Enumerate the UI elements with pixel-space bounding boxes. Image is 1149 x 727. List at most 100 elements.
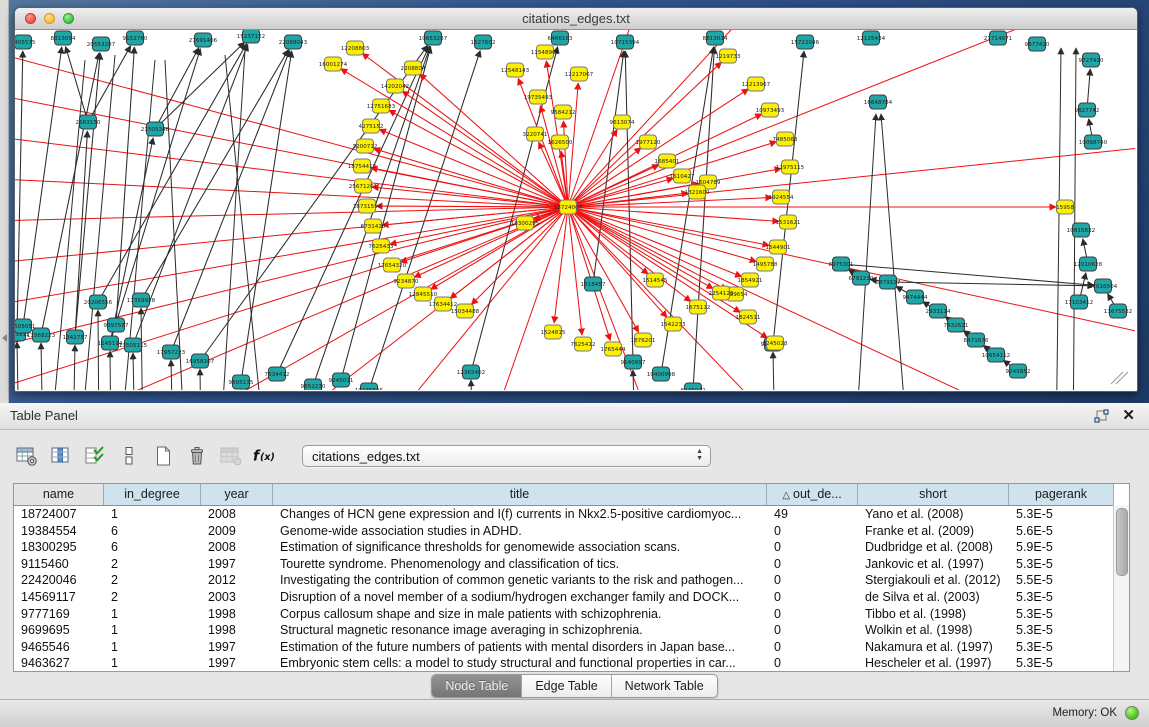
table-cell[interactable]: 0 (767, 539, 858, 556)
scrollbar-thumb[interactable] (1116, 508, 1128, 576)
table-cell[interactable]: 1 (104, 639, 201, 656)
table-row[interactable]: 977716911998Corpus callosum shape and si… (14, 606, 1129, 623)
column-header-title[interactable]: title (273, 484, 767, 505)
table-cell[interactable]: 18724007 (14, 506, 104, 523)
table-cell[interactable]: 1997 (201, 556, 273, 573)
table-row[interactable]: 1456911722003Disruption of a novel membe… (14, 589, 1129, 606)
table-cell[interactable]: Embryonic stem cells: a model to study s… (273, 655, 767, 671)
table-cell[interactable]: 2 (104, 556, 201, 573)
table-cell[interactable]: 5.3E-5 (1009, 606, 1114, 623)
table-cell[interactable]: 0 (767, 655, 858, 671)
table-cell[interactable]: 6 (104, 539, 201, 556)
table-cell[interactable]: Tourette syndrome. Phenomenology and cla… (273, 556, 767, 573)
table-cell[interactable]: Investigating the contribution of common… (273, 572, 767, 589)
table-cell[interactable]: Disruption of a novel member of a sodium… (273, 589, 767, 606)
network-canvas[interactable]: 9405575831305420553287915276027691406152… (15, 30, 1135, 390)
table-cell[interactable]: 19384554 (14, 523, 104, 540)
table-row[interactable]: 969969511998Structural magnetic resonanc… (14, 622, 1129, 639)
table-cell[interactable]: Nakamura et al. (1997) (858, 639, 1009, 656)
table-cell[interactable]: 9115460 (14, 556, 104, 573)
table-select-dropdown[interactable]: citations_edges.txt▲▼ (302, 445, 711, 467)
table-cell[interactable]: 2008 (201, 506, 273, 523)
column-header-year[interactable]: year (201, 484, 273, 505)
float-panel-icon[interactable] (1094, 409, 1109, 423)
table-cell[interactable]: 49 (767, 506, 858, 523)
column-header-out_de[interactable]: △out_de... (767, 484, 858, 505)
table-cell[interactable]: 2003 (201, 589, 273, 606)
table-cell[interactable]: 9463627 (14, 655, 104, 671)
table-cell[interactable]: 2012 (201, 572, 273, 589)
table-cell[interactable]: 9777169 (14, 606, 104, 623)
table-cell[interactable]: Stergiakouli et al. (2012) (858, 572, 1009, 589)
table-cell[interactable]: 0 (767, 572, 858, 589)
table-cell[interactable]: 5.3E-5 (1009, 622, 1114, 639)
memory-status-indicator[interactable] (1125, 706, 1139, 720)
table-cell[interactable]: Wolkin et al. (1998) (858, 622, 1009, 639)
table-cell[interactable]: 1 (104, 655, 201, 671)
table-cell[interactable]: 1 (104, 622, 201, 639)
table-row[interactable]: 1938455462009Genome-wide association stu… (14, 523, 1129, 540)
table-cell[interactable]: 0 (767, 606, 858, 623)
table-cell[interactable]: 5.3E-5 (1009, 589, 1114, 606)
table-cell[interactable]: 0 (767, 556, 858, 573)
table-cell[interactable]: 5.6E-5 (1009, 523, 1114, 540)
table-row[interactable]: 1872400712008Changes of HCN gene express… (14, 506, 1129, 523)
zoom-window-button[interactable] (63, 13, 74, 24)
table-cell[interactable]: 5.3E-5 (1009, 506, 1114, 523)
table-cell[interactable]: 1997 (201, 655, 273, 671)
table-cell[interactable]: 5.3E-5 (1009, 655, 1114, 671)
vertical-scrollbar[interactable] (1113, 505, 1129, 671)
table-cell[interactable]: Changes of HCN gene expression and I(f) … (273, 506, 767, 523)
table-cell[interactable]: 14569117 (14, 589, 104, 606)
table-cell[interactable]: de Silva et al. (2003) (858, 589, 1009, 606)
table-cell[interactable]: Estimation of the future numbers of pati… (273, 639, 767, 656)
tab-node-table[interactable]: Node Table (432, 675, 522, 697)
close-panel-icon[interactable]: ✕ (1122, 406, 1135, 424)
column-header-in_degree[interactable]: in_degree (104, 484, 201, 505)
table-row[interactable]: 911546021997Tourette syndrome. Phenomeno… (14, 556, 1129, 573)
table-cell[interactable]: Genome-wide association studies in ADHD. (273, 523, 767, 540)
close-window-button[interactable] (25, 13, 36, 24)
table-cell[interactable]: 9465546 (14, 639, 104, 656)
table-cell[interactable]: 6 (104, 523, 201, 540)
table-cell[interactable]: 0 (767, 589, 858, 606)
table-row[interactable]: 946362711997Embryonic stem cells: a mode… (14, 655, 1129, 671)
panel-collapse-arrow-icon[interactable] (2, 334, 7, 342)
table-cell[interactable]: Yano et al. (2008) (858, 506, 1009, 523)
table-cell[interactable]: 0 (767, 639, 858, 656)
table-cell[interactable]: Jankovic et al. (1997) (858, 556, 1009, 573)
table-cell[interactable]: Franke et al. (2009) (858, 523, 1009, 540)
table-cell[interactable]: 1998 (201, 622, 273, 639)
table-cell[interactable]: 5.5E-5 (1009, 572, 1114, 589)
table-cell[interactable]: 2 (104, 572, 201, 589)
table-cell[interactable]: 5.9E-5 (1009, 539, 1114, 556)
table-cell[interactable]: 1997 (201, 639, 273, 656)
table-cell[interactable]: 2008 (201, 539, 273, 556)
tab-network-table[interactable]: Network Table (612, 675, 717, 697)
table-cell[interactable]: 9699695 (14, 622, 104, 639)
column-header-pagerank[interactable]: pagerank (1009, 484, 1114, 505)
table-cell[interactable]: 5.3E-5 (1009, 556, 1114, 573)
table-mode-icon[interactable] (14, 444, 40, 468)
table-cell[interactable]: 5.3E-5 (1009, 639, 1114, 656)
table-cell[interactable]: 1 (104, 506, 201, 523)
table-cell[interactable]: 1 (104, 606, 201, 623)
tab-edge-table[interactable]: Edge Table (522, 675, 611, 697)
minimize-window-button[interactable] (44, 13, 55, 24)
window-titlebar[interactable]: citations_edges.txt (15, 8, 1137, 30)
table-row[interactable]: 1830029562008Estimation of significance … (14, 539, 1129, 556)
table-cell[interactable]: Dudbridge et al. (2008) (858, 539, 1009, 556)
table-cell[interactable]: 18300295 (14, 539, 104, 556)
table-row[interactable]: 946554611997Estimation of the future num… (14, 639, 1129, 656)
show-column-icon[interactable] (48, 444, 74, 468)
column-header-short[interactable]: short (858, 484, 1009, 505)
table-cell[interactable]: 2009 (201, 523, 273, 540)
table-cell[interactable]: Hescheler et al. (1997) (858, 655, 1009, 671)
delete-column-icon[interactable] (184, 444, 210, 468)
select-column-icon[interactable] (82, 444, 108, 468)
table-cell[interactable]: Estimation of significance thresholds fo… (273, 539, 767, 556)
table-cell[interactable]: 22420046 (14, 572, 104, 589)
table-cell[interactable]: 0 (767, 622, 858, 639)
table-cell[interactable]: Structural magnetic resonance image aver… (273, 622, 767, 639)
table-cell[interactable]: 0 (767, 523, 858, 540)
